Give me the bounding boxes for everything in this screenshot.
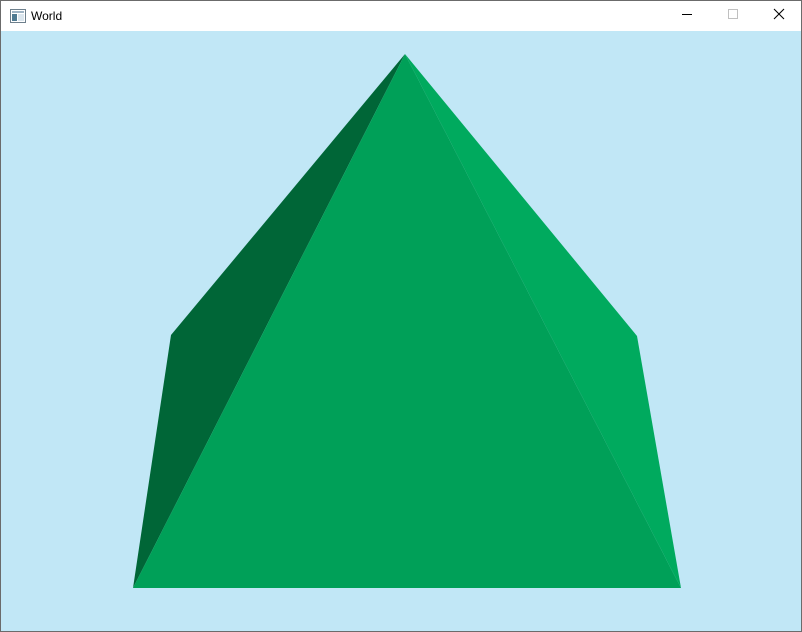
close-icon xyxy=(773,7,785,25)
app-window: World xyxy=(0,0,802,632)
minimize-icon xyxy=(681,7,693,25)
pyramid-scene xyxy=(1,31,801,631)
minimize-button[interactable] xyxy=(664,1,710,31)
window-title: World xyxy=(31,9,63,23)
render-viewport[interactable] xyxy=(1,31,801,631)
close-button[interactable] xyxy=(756,1,802,31)
application-window-icon[interactable] xyxy=(10,9,26,23)
maximize-button[interactable] xyxy=(710,1,756,31)
title-bar[interactable]: World xyxy=(1,1,801,31)
maximize-icon xyxy=(727,7,739,25)
